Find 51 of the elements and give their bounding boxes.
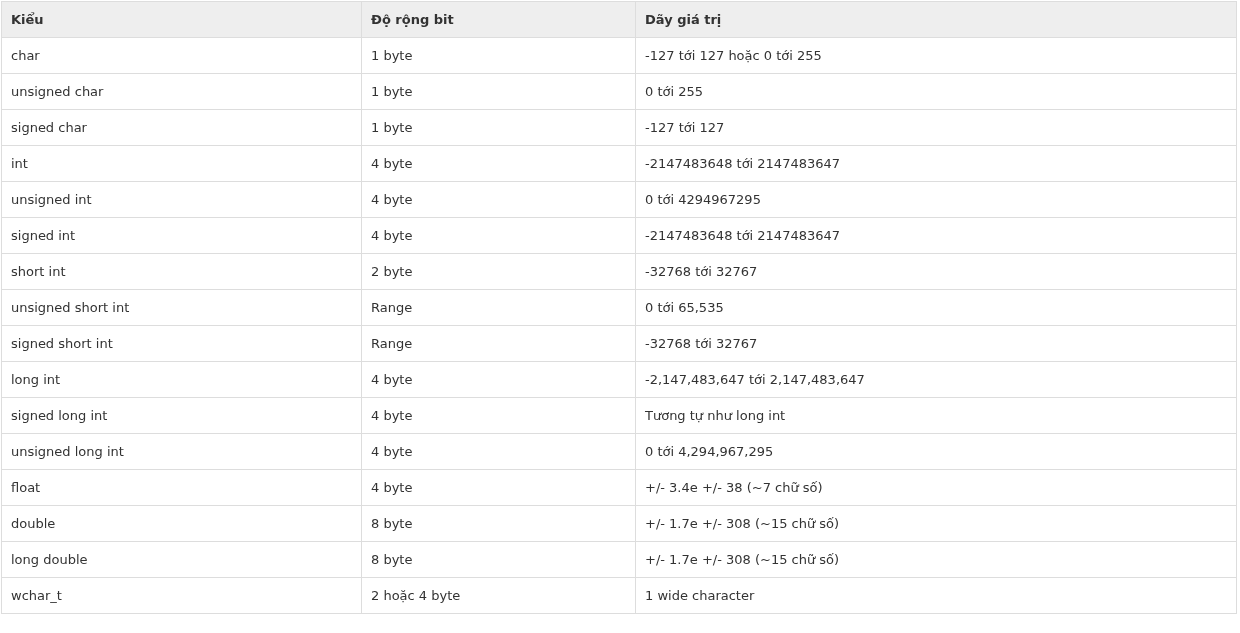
table-cell: 4 byte	[361, 433, 636, 470]
table-cell: signed long int	[1, 397, 362, 434]
table-cell: signed int	[1, 217, 362, 254]
column-header: Dãy giá trị	[635, 1, 1237, 38]
table-cell: char	[1, 37, 362, 74]
table-cell: unsigned int	[1, 181, 362, 218]
table-cell: long double	[1, 541, 362, 578]
table-cell: Tương tự như long int	[635, 397, 1237, 434]
table-cell: 1 wide character	[635, 577, 1237, 614]
table-cell: 4 byte	[361, 469, 636, 506]
table-cell: -127 tới 127 hoặc 0 tới 255	[635, 37, 1237, 74]
table-cell: unsigned long int	[1, 433, 362, 470]
table-cell: int	[1, 145, 362, 182]
table-cell: 0 tới 65,535	[635, 289, 1237, 326]
table-cell: Range	[361, 325, 636, 362]
table-cell: 0 tới 4294967295	[635, 181, 1237, 218]
table-cell: 4 byte	[361, 217, 636, 254]
table-cell: double	[1, 505, 362, 542]
table-cell: +/- 3.4e +/- 38 (~7 chữ số)	[635, 469, 1237, 506]
table-cell: -32768 tới 32767	[635, 253, 1237, 290]
table-cell: 4 byte	[361, 145, 636, 182]
table-cell: 4 byte	[361, 397, 636, 434]
table-cell: 1 byte	[361, 37, 636, 74]
table-cell: 4 byte	[361, 181, 636, 218]
table-cell: 2 hoặc 4 byte	[361, 577, 636, 614]
table-cell: 0 tới 4,294,967,295	[635, 433, 1237, 470]
table-cell: 8 byte	[361, 541, 636, 578]
table-cell: -32768 tới 32767	[635, 325, 1237, 362]
table-cell: short int	[1, 253, 362, 290]
table-cell: 1 byte	[361, 109, 636, 146]
table-cell: signed short int	[1, 325, 362, 362]
table-cell: -127 tới 127	[635, 109, 1237, 146]
table-cell: -2,147,483,647 tới 2,147,483,647	[635, 361, 1237, 398]
table-cell: float	[1, 469, 362, 506]
table-cell: 0 tới 255	[635, 73, 1237, 110]
table-cell: +/- 1.7e +/- 308 (~15 chữ số)	[635, 541, 1237, 578]
table-cell: long int	[1, 361, 362, 398]
table-cell: Range	[361, 289, 636, 326]
table-cell: 2 byte	[361, 253, 636, 290]
column-header: Kiểu	[1, 1, 362, 38]
table-cell: -2147483648 tới 2147483647	[635, 145, 1237, 182]
table-cell: 8 byte	[361, 505, 636, 542]
table-cell: unsigned short int	[1, 289, 362, 326]
table-cell: signed char	[1, 109, 362, 146]
table-cell: +/- 1.7e +/- 308 (~15 chữ số)	[635, 505, 1237, 542]
table-cell: unsigned char	[1, 73, 362, 110]
table-cell: wchar_t	[1, 577, 362, 614]
table-cell: -2147483648 tới 2147483647	[635, 217, 1237, 254]
column-header: Độ rộng bit	[361, 1, 636, 38]
table-cell: 4 byte	[361, 361, 636, 398]
table-cell: 1 byte	[361, 73, 636, 110]
